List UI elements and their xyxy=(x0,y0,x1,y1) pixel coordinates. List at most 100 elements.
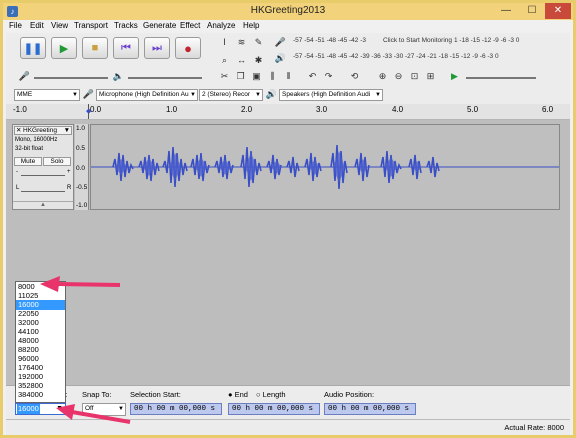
scale-label: 1.0 xyxy=(76,125,86,132)
mute-button[interactable]: Mute xyxy=(14,157,42,166)
silence-icon[interactable]: ⫴ xyxy=(282,70,295,83)
mic-volume-icon: 🎤 xyxy=(18,71,31,81)
trim-icon[interactable]: ⫼ xyxy=(266,70,279,83)
undo-icon[interactable]: ↶ xyxy=(306,70,319,83)
envelope-tool-icon[interactable]: ≋ xyxy=(235,36,248,49)
zoom-tool-icon[interactable]: ⌕ xyxy=(218,54,231,67)
snap-to-label: Snap To: xyxy=(82,390,112,399)
track-bit-depth: 32-bit float xyxy=(15,146,44,152)
pause-button[interactable]: ❚❚ xyxy=(20,37,46,59)
paste-icon[interactable]: ▣ xyxy=(250,70,263,83)
project-rate-dropdown-list[interactable]: 8000 11025 16000 22050 32000 44100 48000… xyxy=(15,281,66,403)
play-head-icon[interactable]: ◆ xyxy=(86,107,91,115)
scale-label: 0.5 xyxy=(76,145,86,152)
record-meter-icon[interactable]: 🎤 xyxy=(274,36,287,49)
stop-icon: ■ xyxy=(91,42,99,54)
ruler-label: 4.0 xyxy=(392,105,404,114)
selection-end-time[interactable]: 00 h 00 m 00,000 s xyxy=(228,403,320,415)
snap-to-select[interactable]: Off ▼ xyxy=(82,403,126,416)
length-radio[interactable]: ○ Length xyxy=(256,390,286,399)
sync-lock-icon[interactable]: ⟲ xyxy=(348,70,361,83)
chevron-down-icon: ▼ xyxy=(63,127,70,134)
scale-label: 0.0 xyxy=(76,165,86,172)
vertical-scale[interactable]: 1.0 0.5 0.0 -0.5 -1.0 xyxy=(75,124,89,210)
status-bar: Actual Rate: 8000 xyxy=(6,419,570,435)
toolbar-area: ❚❚ ▶ ■ ⏮ ⏭ ● I ≋ ✎ ⌕ ↔ ✱ 🎤 -57 -54 -51 -… xyxy=(6,33,570,104)
output-device-select[interactable]: Speakers (High Definition Audi ▼ xyxy=(279,89,383,101)
minimize-button[interactable]: — xyxy=(493,3,519,19)
fit-selection-icon[interactable]: ⊡ xyxy=(408,70,421,83)
track-name: HKGreeting xyxy=(23,127,57,134)
fit-project-icon[interactable]: ⊞ xyxy=(424,70,437,83)
mic-volume-slider[interactable] xyxy=(34,77,108,79)
redo-icon[interactable]: ↷ xyxy=(322,70,335,83)
skip-end-icon: ⏭ xyxy=(152,41,162,54)
playback-meter-icon[interactable]: 🔊 xyxy=(274,52,287,65)
play-speed-slider[interactable] xyxy=(466,77,536,79)
gain-slider[interactable] xyxy=(21,175,65,176)
menu-generate[interactable]: Generate xyxy=(143,21,176,30)
selection-start-label: Selection Start: xyxy=(130,390,181,399)
skip-end-button[interactable]: ⏭ xyxy=(144,37,170,59)
menu-tracks[interactable]: Tracks xyxy=(114,21,138,30)
zoom-out-icon[interactable]: ⊖ xyxy=(392,70,405,83)
waveform-area[interactable] xyxy=(90,124,560,210)
skip-start-icon: ⏮ xyxy=(121,41,131,54)
play-button[interactable]: ▶ xyxy=(51,37,77,59)
track-close-icon[interactable]: ✕ xyxy=(16,127,21,134)
track-format: Mono, 16000Hz xyxy=(15,137,58,143)
selection-tool-icon[interactable]: I xyxy=(218,36,231,49)
gain-minus-label: - xyxy=(16,169,18,175)
solo-button[interactable]: Solo xyxy=(43,157,71,166)
title-bar: ♪ HKGreeting2013 — ☐ ✕ xyxy=(3,3,573,20)
menu-bar: File Edit View Transport Tracks Generate… xyxy=(3,20,573,33)
record-button[interactable]: ● xyxy=(175,37,201,59)
ruler-label: 1.0 xyxy=(166,105,178,114)
play-at-speed-icon[interactable]: ▶ xyxy=(448,70,461,83)
end-radio[interactable]: ● End xyxy=(228,390,248,399)
rate-option[interactable]: 384000 xyxy=(16,390,65,400)
draw-tool-icon[interactable]: ✎ xyxy=(252,36,265,49)
speaker-volume-slider[interactable] xyxy=(128,77,202,79)
ruler-label: 0.0 xyxy=(90,105,102,114)
menu-file[interactable]: File xyxy=(9,21,22,30)
maximize-button[interactable]: ☐ xyxy=(519,3,545,19)
menu-analyze[interactable]: Analyze xyxy=(207,21,235,30)
ruler-label: -1.0 xyxy=(13,105,27,114)
track-name-menu[interactable]: ✕ HKGreeting ▼ xyxy=(14,126,72,135)
input-device-icon: 🎤 xyxy=(82,89,95,99)
selection-start-time[interactable]: 00 h 00 m 00,000 s xyxy=(130,403,222,415)
zoom-in-icon[interactable]: ⊕ xyxy=(376,70,389,83)
project-rate-select[interactable]: 16000 ▼ xyxy=(15,403,66,415)
trim-outside-icon[interactable]: ✂ xyxy=(218,70,231,83)
waveform xyxy=(91,144,559,190)
timeshift-tool-icon[interactable]: ↔ xyxy=(235,54,248,67)
collapse-track-icon[interactable]: ▲ xyxy=(13,201,73,209)
pan-slider[interactable] xyxy=(21,191,65,192)
skip-start-button[interactable]: ⏮ xyxy=(113,37,139,59)
menu-view[interactable]: View xyxy=(51,21,68,30)
copy-icon[interactable]: ❐ xyxy=(234,70,247,83)
audio-position-time[interactable]: 00 h 00 m 00,000 s xyxy=(324,403,416,415)
timeline-ruler[interactable]: -1.0 0.0 1.0 2.0 3.0 4.0 5.0 6.0 ◆ xyxy=(6,104,570,120)
ruler-label: 2.0 xyxy=(241,105,253,114)
start-monitoring-label[interactable]: Click to Start Monitoring xyxy=(383,37,452,44)
channels-select[interactable]: 2 (Stereo) Recor ▼ xyxy=(199,89,263,101)
pan-right-label: R xyxy=(67,185,72,191)
track-control-panel: ✕ HKGreeting ▼ Mono, 16000Hz 32-bit floa… xyxy=(12,124,74,210)
menu-transport[interactable]: Transport xyxy=(74,21,108,30)
tracks-area[interactable]: ✕ HKGreeting ▼ Mono, 16000Hz 32-bit floa… xyxy=(6,120,570,385)
output-device-icon: 🔊 xyxy=(265,89,278,99)
scale-label: -1.0 xyxy=(76,202,88,209)
input-device-select[interactable]: Microphone (High Definition Au ▼ xyxy=(96,89,198,101)
menu-help[interactable]: Help xyxy=(243,21,259,30)
ruler-label: 5.0 xyxy=(467,105,479,114)
menu-effect[interactable]: Effect xyxy=(180,21,200,30)
audio-host-select[interactable]: MME ▼ xyxy=(14,89,80,101)
multi-tool-icon[interactable]: ✱ xyxy=(252,54,265,67)
record-icon: ● xyxy=(184,40,192,56)
close-button[interactable]: ✕ xyxy=(545,3,571,19)
stop-button[interactable]: ■ xyxy=(82,37,108,59)
play-icon: ▶ xyxy=(59,42,69,55)
menu-edit[interactable]: Edit xyxy=(30,21,44,30)
